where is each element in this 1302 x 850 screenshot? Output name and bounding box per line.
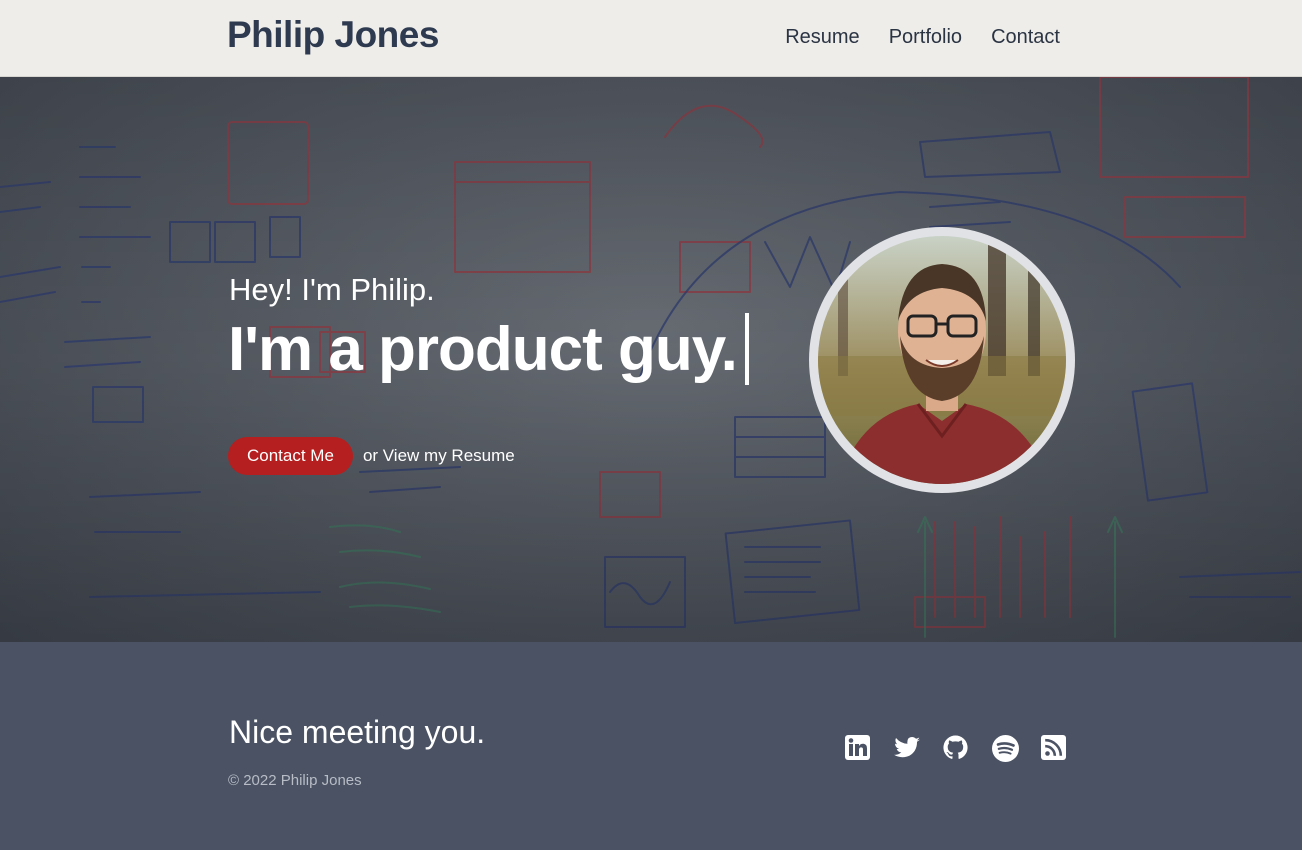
nav-resume[interactable]: Resume xyxy=(785,26,859,49)
rss-icon[interactable] xyxy=(1040,734,1067,761)
copyright-text: © 2022 Philip Jones xyxy=(228,772,362,789)
twitter-icon[interactable] xyxy=(893,734,920,761)
main-nav: Resume Portfolio Contact xyxy=(785,26,1060,49)
nav-contact[interactable]: Contact xyxy=(991,26,1060,49)
linkedin-icon[interactable] xyxy=(844,734,871,761)
contact-me-button[interactable]: Contact Me xyxy=(228,437,353,475)
hero-section: Hey! I'm Philip. I'm a product guy. Cont… xyxy=(0,77,1302,642)
site-header: Philip Jones Resume Portfolio Contact xyxy=(0,0,1302,77)
hero-greeting: Hey! I'm Philip. xyxy=(229,272,435,307)
social-links xyxy=(844,734,1067,762)
avatar-photo xyxy=(818,236,1066,484)
typing-cursor xyxy=(744,313,749,385)
avatar xyxy=(809,227,1075,493)
footer-title: Nice meeting you. xyxy=(229,714,486,750)
site-footer: Nice meeting you. © 2022 Philip Jones xyxy=(0,642,1302,850)
github-icon[interactable] xyxy=(942,734,969,761)
hero-tagline: I'm a product guy. xyxy=(228,313,749,385)
view-resume-link[interactable]: or View my Resume xyxy=(363,446,515,466)
brand-logo[interactable]: Philip Jones xyxy=(227,14,439,56)
tagline-text: I'm a product guy. xyxy=(228,314,738,384)
cta-row: Contact Me or View my Resume xyxy=(228,437,515,475)
nav-portfolio[interactable]: Portfolio xyxy=(889,26,962,49)
spotify-icon[interactable] xyxy=(991,734,1019,762)
